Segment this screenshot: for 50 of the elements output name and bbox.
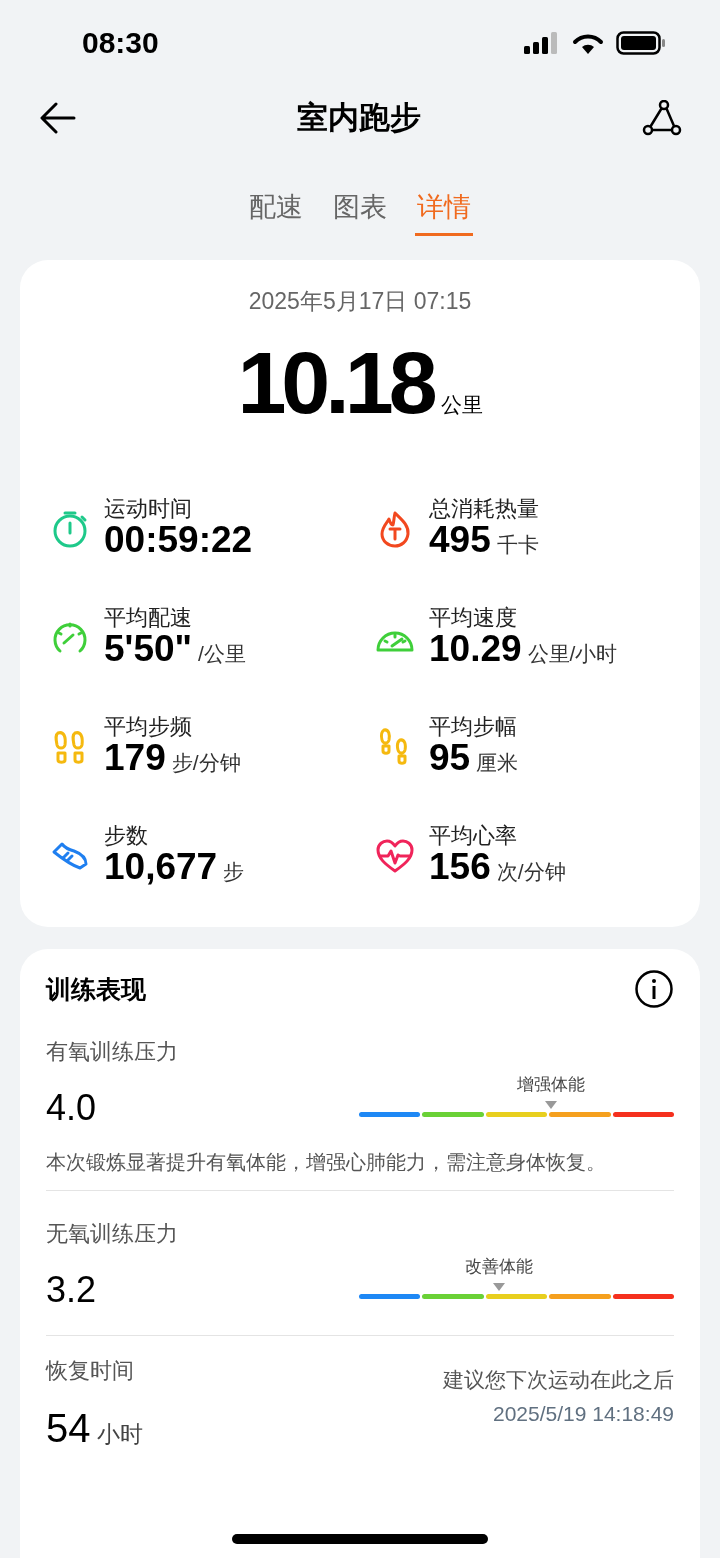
stat-value: 00:59:22: [104, 521, 253, 561]
recovery-advice: 建议您下次运动在此之后: [443, 1367, 674, 1394]
stat-label: 运动时间: [104, 497, 193, 522]
stat-unit: 步/分钟: [171, 750, 241, 777]
route-icon[interactable]: [642, 100, 682, 136]
stat-label: 平均心率: [429, 824, 518, 849]
stat-label: 平均配速: [104, 606, 193, 631]
metric-note: 本次锻炼显著提升有氧体能，增强心肺能力，需注意身体恢复。: [46, 1150, 607, 1176]
stat-value: 5'50": [104, 630, 193, 670]
info-icon[interactable]: [634, 969, 674, 1010]
metric-value: 4.0: [46, 1087, 97, 1130]
status-time: 08:30: [82, 26, 159, 60]
stat-label: 总消耗热量: [429, 497, 539, 522]
tab[interactable]: 图表: [331, 188, 389, 236]
stat-unit: /公里: [198, 641, 246, 668]
stat-unit: 千卡: [496, 532, 539, 559]
stat-value: 10,677: [104, 848, 218, 888]
stat-unit: 厘米: [476, 750, 519, 777]
stat-value: 10.29: [429, 630, 522, 670]
stat-value: 156: [429, 848, 491, 888]
metric-label: 有氧训练压力: [46, 1038, 179, 1067]
stat-label: 平均步频: [104, 715, 193, 740]
stat-value: 495: [429, 521, 491, 561]
stat-unit: 公里/小时: [527, 641, 618, 668]
battery-icon: [616, 31, 666, 55]
stat-label: 平均步幅: [429, 715, 518, 740]
back-icon[interactable]: [40, 102, 76, 134]
stat-label: 步数: [104, 824, 149, 849]
recovery-unit: 小时: [96, 1420, 143, 1450]
recovery-value: 54: [46, 1406, 91, 1452]
stat-unit: 步: [223, 859, 245, 886]
tab[interactable]: 详情: [415, 188, 473, 236]
recovery-label: 恢复时间: [46, 1357, 135, 1386]
page-title: 室内跑步: [297, 99, 421, 137]
metric-value: 3.2: [46, 1269, 97, 1312]
metric-label: 无氧训练压力: [46, 1220, 179, 1249]
stat-label: 平均速度: [429, 606, 518, 631]
recovery-until: 2025/5/19 14:18:49: [492, 1402, 674, 1427]
scale-marker-label: 增强体能: [517, 1074, 586, 1097]
workout-datetime: 2025年5月17日 07:15: [247, 287, 473, 316]
wifi-icon: [572, 31, 604, 55]
stat-value: 179: [104, 739, 166, 779]
signal-icon: [524, 32, 560, 54]
distance-unit: 公里: [440, 392, 483, 418]
tab[interactable]: 配速: [247, 188, 305, 236]
scale-marker-label: 改善体能: [465, 1256, 534, 1279]
stat-unit: 次/分钟: [496, 859, 566, 886]
stat-value: 95: [429, 739, 471, 779]
distance-value: 10.18: [237, 339, 433, 427]
section-title: 训练表现: [46, 973, 146, 1005]
